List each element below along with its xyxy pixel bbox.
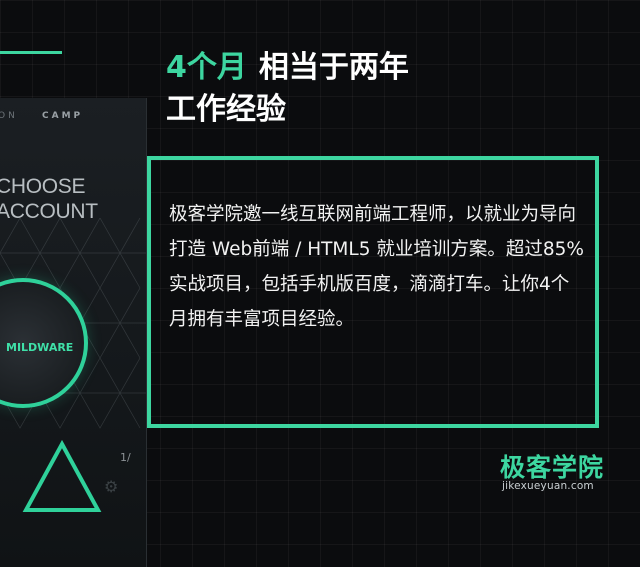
account-button-label: MILDWARE [6,341,74,354]
phone-header-right: CAMP [42,111,84,121]
phone-title: CHOOSE ACCOUNT [0,174,98,224]
phone-title-line1: CHOOSE [0,175,86,198]
title-accent: 4个月 [166,50,247,85]
title-rest: 相当于两年 [258,50,409,85]
gear-icon: ⚙ [104,477,119,496]
accent-bar [0,51,62,54]
triangle-icon [22,439,102,512]
page-indicator: 1/ [120,451,131,464]
brand-logo: 极客学院 [500,453,605,482]
description-text: 极客学院邀一线互联网前端工程师，以就业为导向打造 Web前端 / HTML5 就… [169,204,584,330]
phone-header-left: ON [0,111,18,121]
page-title: 4个月 相当于两年 [166,50,409,86]
page-subtitle: 工作经验 [166,92,286,127]
phone-mockup: ON CAMP CHOOSE ACCOUNT MILDWARE 1/ ⚙ [0,98,147,567]
brand-url: jikexueyuan.com [502,480,594,492]
